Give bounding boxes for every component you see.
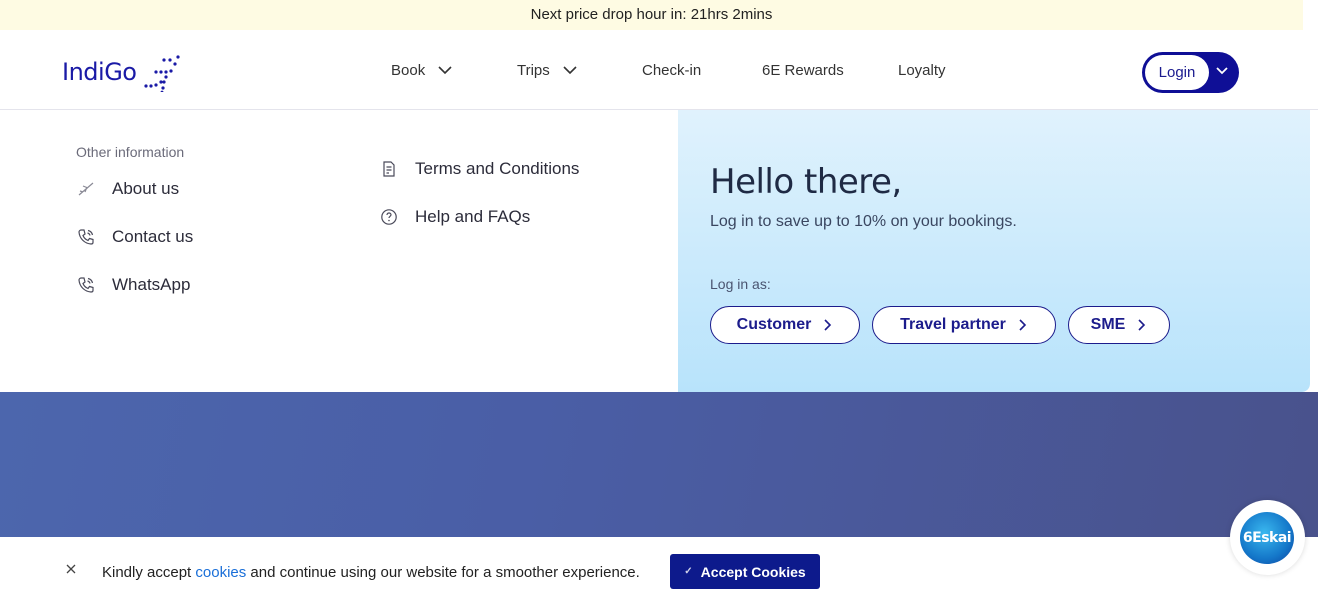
plane-icon	[76, 179, 96, 199]
login-as-customer-button[interactable]: Customer	[710, 306, 860, 344]
accept-cookies-button[interactable]: ✓ Accept Cookies	[670, 554, 820, 589]
site-header: IndiGo Book Trips Check-in 6E Rewards Lo…	[0, 30, 1318, 110]
customer-label: Customer	[736, 316, 812, 333]
panel-subtitle: Log in to save up to 10% on your booking…	[710, 213, 1017, 230]
login-button[interactable]: Login	[1142, 52, 1239, 93]
nav-6e-rewards[interactable]: 6E Rewards	[762, 30, 844, 110]
section-label: Other information	[76, 144, 185, 160]
nav-check-in[interactable]: Check-in	[642, 30, 701, 110]
help-and-faqs-label: Help and FAQs	[415, 207, 531, 226]
login-as-sme-button[interactable]: SME	[1068, 306, 1170, 344]
nav-trips-label: Trips	[517, 61, 550, 79]
chat-assistant-logo: 6Eskai	[1240, 512, 1294, 564]
cookie-consent-bar: Kindly accept cookies and continue using…	[0, 537, 1318, 607]
other-information-column: Other information About us Contact us Wh…	[0, 110, 678, 392]
nav-book-label: Book	[391, 61, 426, 79]
sme-label: SME	[1090, 316, 1126, 333]
about-us-label: About us	[112, 179, 180, 198]
panel-title: Hello there,	[710, 162, 902, 202]
nav-6e-rewards-label: 6E Rewards	[762, 61, 844, 79]
cookie-text-after: and continue using our website for a smo…	[246, 564, 640, 581]
chevron-down-icon	[1216, 67, 1228, 75]
close-icon[interactable]	[64, 562, 78, 576]
nav-loyalty-label: Loyalty	[898, 61, 946, 79]
price-drop-text: Next price drop hour in: 21hrs 2mins	[530, 6, 773, 23]
cookies-link[interactable]: cookies	[195, 564, 246, 581]
login-label: Login	[1145, 55, 1209, 90]
login-dropdown-panel: Other information About us Contact us Wh…	[0, 110, 1310, 392]
whatsapp-label: WhatsApp	[112, 275, 191, 294]
help-and-faqs-link[interactable]: Help and FAQs	[379, 207, 530, 227]
login-as-label: Log in as:	[710, 276, 771, 292]
logo-plane-dots-icon	[144, 55, 181, 92]
cookie-message: Kindly accept cookies and continue using…	[102, 564, 640, 581]
chevron-down-icon	[563, 66, 577, 75]
hero-banner	[0, 392, 1318, 537]
nav-book[interactable]: Book	[391, 30, 453, 110]
chevron-right-icon	[1138, 319, 1146, 331]
nav-trips[interactable]: Trips	[517, 30, 578, 110]
about-us-link[interactable]: About us	[76, 179, 179, 199]
help-icon	[379, 207, 399, 227]
contact-us-label: Contact us	[112, 227, 194, 246]
phone-icon	[76, 227, 96, 247]
nav-check-in-label: Check-in	[642, 61, 702, 79]
travel-partner-label: Travel partner	[900, 316, 1006, 333]
contact-us-link[interactable]: Contact us	[76, 227, 193, 247]
nav-loyalty[interactable]: Loyalty	[898, 30, 946, 110]
check-icon: ✓	[684, 566, 693, 577]
accept-cookies-label: Accept Cookies	[700, 563, 806, 580]
cookie-text-before: Kindly accept	[102, 564, 196, 581]
chevron-right-icon	[1019, 319, 1027, 331]
login-promo-panel: Hello there, Log in to save up to 10% on…	[678, 110, 1310, 392]
price-drop-banner: Next price drop hour in: 21hrs 2mins	[0, 0, 1303, 30]
indigo-logo[interactable]: IndiGo	[62, 50, 181, 94]
terms-and-conditions-link[interactable]: Terms and Conditions	[379, 159, 579, 179]
terms-and-conditions-label: Terms and Conditions	[415, 159, 580, 178]
chevron-down-icon	[438, 66, 452, 75]
document-icon	[379, 159, 399, 179]
chevron-right-icon	[824, 319, 832, 331]
chat-assistant-button[interactable]: 6Eskai	[1230, 500, 1305, 575]
logo-text: IndiGo	[62, 58, 137, 86]
whatsapp-link[interactable]: WhatsApp	[76, 275, 190, 295]
phone-icon	[76, 275, 96, 295]
login-as-travel-partner-button[interactable]: Travel partner	[872, 306, 1056, 344]
